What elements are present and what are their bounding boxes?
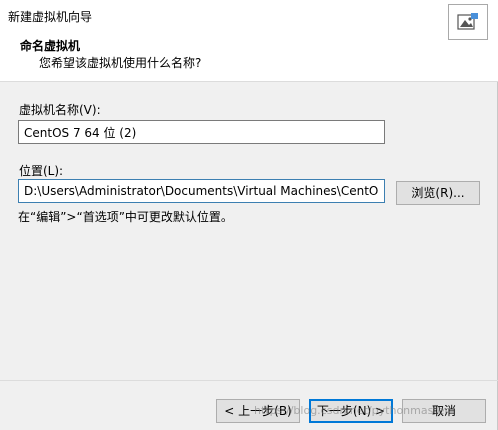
page-subtitle: 您希望该虚拟机使用什么名称?	[39, 56, 202, 70]
page-title: 命名虚拟机	[20, 39, 81, 53]
location-value[interactable]	[24, 184, 379, 198]
default-location-hint: 在“编辑”>“首选项”中可更改默认位置。	[18, 210, 233, 224]
window-title: 新建虚拟机向导	[8, 10, 93, 24]
cancel-button[interactable]: 取消	[402, 399, 486, 423]
vm-name-value[interactable]	[24, 125, 379, 139]
vm-name-input[interactable]	[18, 120, 385, 144]
wizard-picture-icon	[448, 4, 488, 40]
vm-name-label: 虚拟机名称(V):	[19, 103, 101, 117]
title-bar: 新建虚拟机向导	[0, 0, 498, 30]
location-input[interactable]	[18, 179, 385, 203]
back-button[interactable]: < 上一步(B)	[216, 399, 300, 423]
location-label: 位置(L):	[19, 164, 64, 178]
wizard-header: 命名虚拟机 您希望该虚拟机使用什么名称?	[0, 30, 498, 82]
browse-button[interactable]: 浏览(R)...	[396, 181, 480, 205]
next-button[interactable]: 下一步(N) >	[309, 399, 393, 423]
wizard-window: 新建虚拟机向导 命名虚拟机 您希望该虚拟机使用什么名称? 虚拟机名称(V): 位…	[0, 0, 498, 430]
footer-divider	[0, 380, 498, 381]
